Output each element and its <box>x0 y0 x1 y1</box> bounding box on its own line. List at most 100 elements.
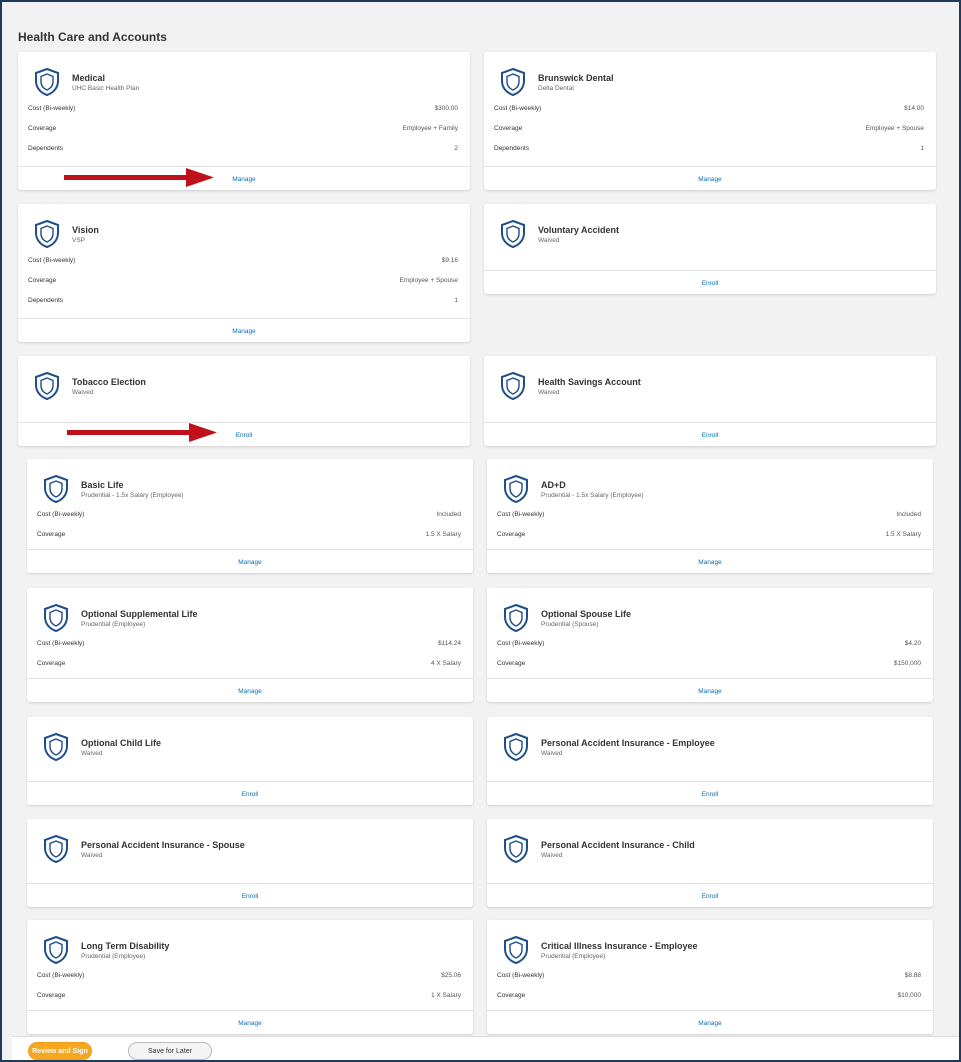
cost-row: Cost (Bi-weekly) $4.20 <box>497 640 921 647</box>
shield-icon <box>504 936 528 964</box>
enroll-link[interactable]: Enroll <box>242 893 259 900</box>
shield-icon <box>35 68 59 96</box>
review-and-sign-button[interactable]: Review and Sign <box>28 1042 92 1060</box>
card-subtitle: Delta Dental <box>538 85 574 92</box>
coverage-row: Coverage Employee + Spouse <box>494 125 924 132</box>
shield-icon <box>501 220 525 248</box>
red-arrow-annotation <box>67 423 217 442</box>
health-savings-account-card: Health Savings Account Waived Enroll <box>484 356 936 446</box>
shield-icon <box>501 372 525 400</box>
card-subtitle: Prudential (Employee) <box>81 621 146 628</box>
red-arrow-annotation <box>64 168 214 187</box>
card-subtitle: Prudential - 1.5x Salary (Employee) <box>81 492 184 499</box>
critical-illness-card: Critical Illness Insurance - Employee Pr… <box>487 920 933 1034</box>
card-subtitle: Waived <box>538 237 560 244</box>
coverage-row: Coverage 1 X Salary <box>37 992 461 999</box>
coverage-row: Coverage Employee + Family <box>28 125 458 132</box>
coverage-row: Coverage 4 X Salary <box>37 660 461 667</box>
card-subtitle: Waived <box>72 389 94 396</box>
card-title: Personal Accident Insurance - Child <box>541 840 695 850</box>
shield-icon <box>44 835 68 863</box>
card-subtitle: Waived <box>541 852 563 859</box>
cost-row: Cost (Bi-weekly) $8.88 <box>497 972 921 979</box>
card-subtitle: Prudential (Spouse) <box>541 621 599 628</box>
card-title: Long Term Disability <box>81 941 170 951</box>
enroll-link[interactable]: Enroll <box>702 893 719 900</box>
personal-accident-child-card: Personal Accident Insurance - Child Waiv… <box>487 819 933 907</box>
card-title: AD+D <box>541 480 566 490</box>
manage-link[interactable]: Manage <box>698 1020 722 1027</box>
shield-icon <box>501 68 525 96</box>
card-subtitle: Waived <box>541 750 563 757</box>
enroll-link[interactable]: Enroll <box>702 432 719 439</box>
card-title: Optional Child Life <box>81 738 161 748</box>
shield-icon <box>35 372 59 400</box>
dependents-row: Dependents 1 <box>494 145 924 152</box>
manage-link[interactable]: Manage <box>232 328 256 335</box>
shield-icon <box>504 475 528 503</box>
card-subtitle: UHC Basic Health Plan <box>72 85 140 92</box>
optional-child-life-card: Optional Child Life Waived Enroll <box>27 717 473 805</box>
manage-link[interactable]: Manage <box>232 176 256 183</box>
enroll-link[interactable]: Enroll <box>702 791 719 798</box>
card-title: Basic Life <box>81 480 124 490</box>
card-subtitle: Prudential (Employee) <box>81 953 146 960</box>
manage-link[interactable]: Manage <box>238 688 262 695</box>
card-subtitle: Prudential (Employee) <box>541 953 606 960</box>
shield-icon <box>504 835 528 863</box>
shield-icon <box>504 733 528 761</box>
manage-link[interactable]: Manage <box>698 176 722 183</box>
card-title: Personal Accident Insurance - Spouse <box>81 840 245 850</box>
long-term-disability-card: Long Term Disability Prudential (Employe… <box>27 920 473 1034</box>
personal-accident-spouse-card: Personal Accident Insurance - Spouse Wai… <box>27 819 473 907</box>
card-title: Critical Illness Insurance - Employee <box>541 941 698 951</box>
cost-row: Cost (Bi-weekly) $9.16 <box>28 257 458 264</box>
manage-link[interactable]: Manage <box>238 1020 262 1027</box>
dependents-row: Dependents 2 <box>28 145 458 152</box>
optional-spouse-life-card: Optional Spouse Life Prudential (Spouse)… <box>487 588 933 702</box>
coverage-row: Coverage $150,000 <box>497 660 921 667</box>
card-subtitle: Waived <box>81 750 103 757</box>
coverage-row: Coverage 1.5 X Salary <box>497 531 921 538</box>
add-card: AD+D Prudential - 1.5x Salary (Employee)… <box>487 459 933 573</box>
card-title: Optional Supplemental Life <box>81 609 198 619</box>
shield-icon <box>35 220 59 248</box>
card-title: Medical <box>72 73 106 83</box>
shield-icon <box>44 733 68 761</box>
optional-supplemental-life-card: Optional Supplemental Life Prudential (E… <box>27 588 473 702</box>
vision-card: Vision VSP Cost (Bi-weekly) $9.16 Coverag… <box>18 204 470 342</box>
manage-link[interactable]: Manage <box>238 559 262 566</box>
card-title: Voluntary Accident <box>538 225 620 235</box>
card-title: Optional Spouse Life <box>541 609 632 619</box>
card-subtitle: Waived <box>538 389 560 396</box>
cost-row: Cost (Bi-weekly) $14.00 <box>494 105 924 112</box>
personal-accident-employee-card: Personal Accident Insurance - Employee W… <box>487 717 933 805</box>
cost-row: Cost (Bi-weekly) Included <box>37 511 461 518</box>
enroll-link[interactable]: Enroll <box>236 432 253 439</box>
dental-card: Brunswick Dental Delta Dental Cost (Bi-w… <box>484 52 936 190</box>
enroll-link[interactable]: Enroll <box>242 791 259 798</box>
card-title: Personal Accident Insurance - Employee <box>541 738 715 748</box>
shield-icon <box>504 604 528 632</box>
card-title: Health Savings Account <box>538 377 641 387</box>
cost-row: Cost (Bi-weekly) $300.00 <box>28 105 458 112</box>
shield-icon <box>44 475 68 503</box>
coverage-row: Coverage Employee + Spouse <box>28 277 458 284</box>
card-title: Vision <box>72 225 99 235</box>
manage-link[interactable]: Manage <box>698 688 722 695</box>
page-title: Health Care and Accounts <box>18 30 167 44</box>
action-bar: Review and Sign Save for Later <box>12 1036 959 1060</box>
coverage-row: Coverage 1.5 X Salary <box>37 531 461 538</box>
voluntary-accident-card: Voluntary Accident Waived Enroll <box>484 204 936 294</box>
card-title: Brunswick Dental <box>538 73 614 83</box>
card-subtitle: VSP <box>72 237 86 244</box>
manage-link[interactable]: Manage <box>698 559 722 566</box>
benefits-page: Health Care and Accounts Medical UHC Bas… <box>0 0 961 1062</box>
shield-icon <box>44 936 68 964</box>
save-for-later-button[interactable]: Save for Later <box>128 1042 212 1060</box>
enroll-link[interactable]: Enroll <box>702 280 719 287</box>
cost-row: Cost (Bi-weekly) $25.06 <box>37 972 461 979</box>
card-subtitle: Waived <box>81 852 103 859</box>
coverage-row: Coverage $10,000 <box>497 992 921 999</box>
card-subtitle: Prudential - 1.5x Salary (Employee) <box>541 492 644 499</box>
